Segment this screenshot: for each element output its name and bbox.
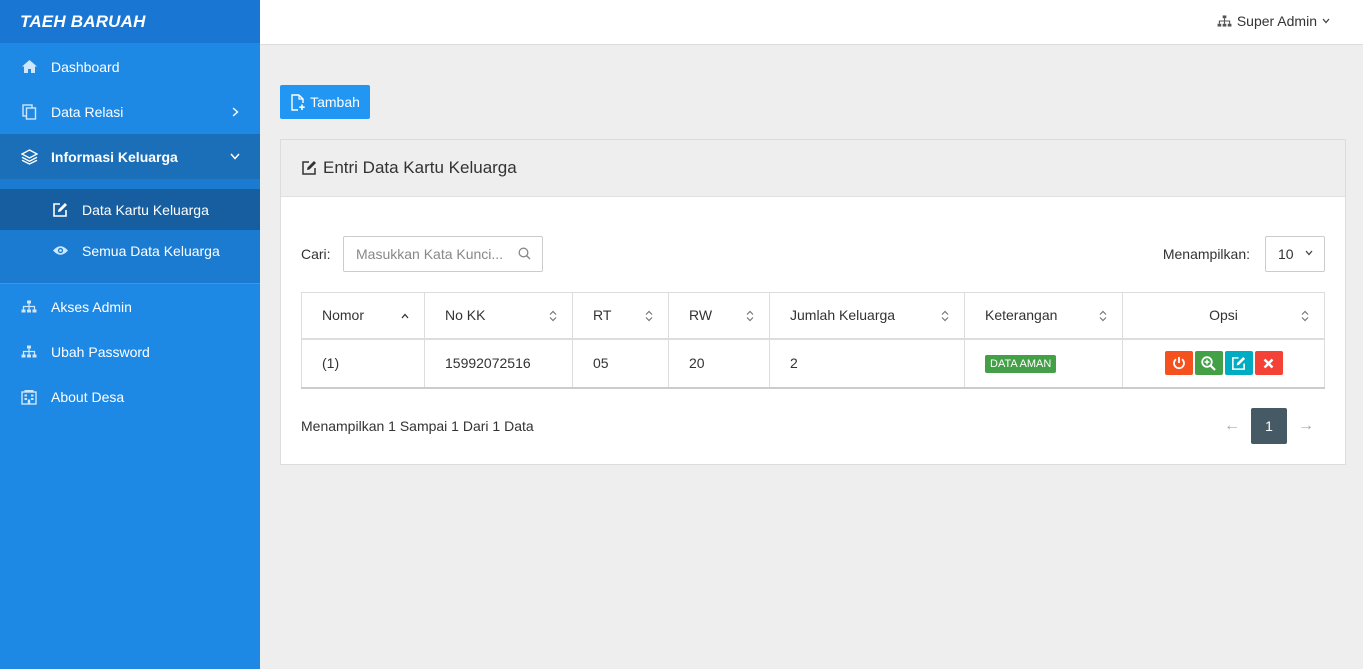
sort-icon: [644, 309, 654, 323]
sidebar-item-label: Dashboard: [51, 58, 120, 75]
sidebar-item-informasi-keluarga[interactable]: Informasi Keluarga: [0, 134, 260, 179]
sidebar-item-label: About Desa: [51, 388, 125, 405]
sitemap-icon: [20, 343, 38, 361]
cell-no-kk: 15992072516: [424, 338, 573, 389]
column-header-nomor[interactable]: Nomor: [301, 292, 425, 340]
column-header-jumlah-keluarga[interactable]: Jumlah Keluarga: [769, 292, 965, 340]
search-input[interactable]: [344, 239, 514, 269]
user-menu[interactable]: Super Admin: [1217, 13, 1331, 29]
sidebar-subitem-label: Semua Data Keluarga: [82, 242, 220, 259]
pagination-page-current[interactable]: 1: [1251, 408, 1287, 444]
card-title: Entri Data Kartu Keluarga: [323, 158, 517, 177]
search-box: [343, 236, 543, 272]
column-header-keterangan[interactable]: Keterangan: [964, 292, 1123, 340]
sort-icon: [1300, 309, 1310, 323]
sitemap-icon: [1217, 13, 1233, 29]
sidebar-subitem-data-kartu-keluarga[interactable]: Data Kartu Keluarga: [0, 189, 260, 230]
topbar: Super Admin: [260, 0, 1363, 45]
user-name: Super Admin: [1236, 13, 1317, 29]
column-header-rt[interactable]: RT: [572, 292, 669, 340]
status-badge: DATA AMAN: [985, 354, 1057, 373]
data-table: Nomor No KK RT RW Jumlah Keluarga Ketera…: [301, 292, 1325, 389]
sidebar-subitem-label: Data Kartu Keluarga: [82, 201, 209, 218]
edit-button[interactable]: [1224, 351, 1253, 375]
home-icon: [20, 58, 38, 76]
sitemap-icon: [20, 298, 38, 316]
column-header-no-kk[interactable]: No KK: [424, 292, 573, 340]
power-icon: [1172, 356, 1186, 370]
column-header-opsi[interactable]: Opsi: [1122, 292, 1325, 340]
card-header: Entri Data Kartu Keluarga: [281, 140, 1345, 197]
chevron-right-icon: [230, 106, 240, 117]
sort-asc-icon: [400, 309, 410, 323]
sidebar-item-about-desa[interactable]: About Desa: [0, 374, 260, 419]
table-row: (1) 15992072516 05 20 2 DATA AMAN: [301, 338, 1325, 389]
table-info: Menampilkan 1 Sampai 1 Dari 1 Data: [301, 418, 534, 434]
file-add-icon: [290, 93, 308, 111]
sidebar-item-dashboard[interactable]: Dashboard: [0, 44, 260, 89]
cell-opsi: [1122, 338, 1325, 389]
pagination: ← 1 →: [1213, 408, 1325, 444]
chevron-down-icon: [230, 152, 240, 162]
power-button[interactable]: [1164, 351, 1193, 375]
cell-jumlah: 2: [769, 338, 965, 389]
sidebar: TAEH BARUAH Dashboard Data Relasi Inform…: [0, 0, 260, 669]
sort-icon: [548, 309, 558, 323]
cell-rt: 05: [572, 338, 669, 389]
sort-icon: [1098, 309, 1108, 323]
page-size-value: 10: [1278, 246, 1294, 262]
add-button-label: Tambah: [310, 94, 360, 110]
cell-keterangan: DATA AMAN: [964, 338, 1123, 389]
page-size-label: Menampilkan:: [1162, 246, 1250, 262]
view-button[interactable]: [1194, 351, 1223, 375]
cell-nomor: (1): [301, 338, 425, 389]
close-icon: [1263, 358, 1274, 369]
sidebar-item-label: Akses Admin: [51, 298, 132, 315]
search-icon[interactable]: [518, 247, 532, 261]
sidebar-item-label: Data Relasi: [51, 103, 124, 120]
zoom-in-icon: [1201, 355, 1216, 371]
sidebar-item-akses-admin[interactable]: Akses Admin: [0, 284, 260, 329]
sidebar-item-data-relasi[interactable]: Data Relasi: [0, 89, 260, 134]
table-header-row: Nomor No KK RT RW Jumlah Keluarga Ketera…: [301, 292, 1325, 340]
cell-rw: 20: [668, 338, 770, 389]
sort-icon: [940, 309, 950, 323]
copy-icon: [20, 103, 38, 121]
pagination-prev[interactable]: ←: [1213, 408, 1251, 444]
layers-icon: [20, 148, 38, 166]
pagination-next[interactable]: →: [1287, 408, 1325, 444]
delete-button[interactable]: [1254, 351, 1283, 375]
sidebar-item-label: Ubah Password: [51, 343, 150, 360]
eye-icon: [51, 242, 69, 260]
page-size-select[interactable]: 10: [1265, 236, 1325, 272]
edit-icon: [51, 201, 69, 219]
chevron-down-icon: [1305, 250, 1314, 259]
chevron-down-icon: [1322, 17, 1331, 26]
add-button[interactable]: Tambah: [280, 85, 370, 119]
sort-icon: [745, 309, 755, 323]
brand-title[interactable]: TAEH BARUAH: [0, 0, 260, 43]
building-icon: [20, 388, 38, 406]
sidebar-submenu: Data Kartu Keluarga Semua Data Keluarga: [0, 179, 260, 284]
sidebar-item-ubah-password[interactable]: Ubah Password: [0, 329, 260, 374]
edit-icon: [1231, 356, 1246, 371]
sidebar-item-label: Informasi Keluarga: [51, 148, 178, 165]
search-label: Cari:: [301, 246, 331, 262]
data-card: Entri Data Kartu Keluarga Cari: Menampil…: [280, 139, 1346, 465]
column-header-rw[interactable]: RW: [668, 292, 770, 340]
edit-icon: [301, 159, 319, 177]
sidebar-subitem-semua-data-keluarga[interactable]: Semua Data Keluarga: [0, 230, 260, 271]
